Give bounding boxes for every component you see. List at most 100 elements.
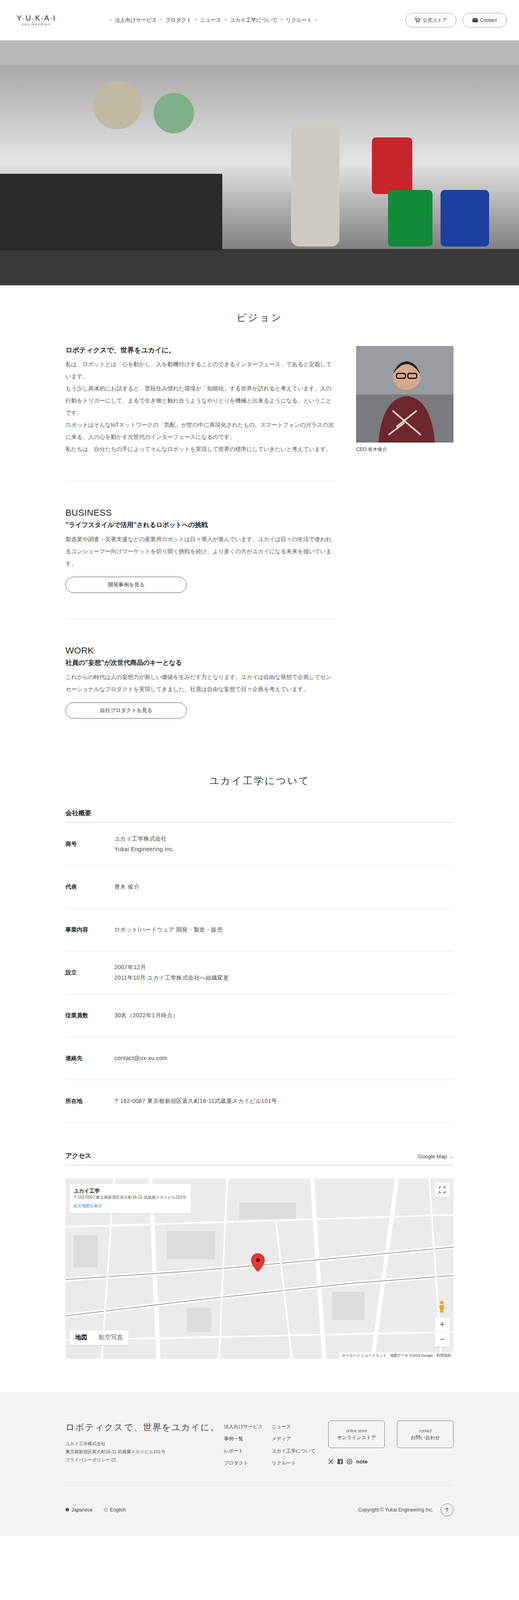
language-label: English [109,1506,126,1514]
text: 東京都新宿区富久町16-11 武蔵屋スカイビル101号 [65,1447,224,1456]
footer-button-top: online store [346,1428,368,1435]
row-label: 連絡先 [65,1054,115,1063]
zoom-in-button[interactable]: + [434,1317,450,1333]
footer-link[interactable]: ニュース [271,1420,329,1433]
pegman-icon [438,1300,446,1313]
language-option[interactable]: Japanese [65,1506,93,1514]
row-label: 事業内容 [65,925,115,935]
row-line: 30名（2022年1月時点） [114,1010,179,1021]
company-row: 代表青木 俊介 [65,865,454,909]
row-value: 2007年12月2011年10月 ユカイ工学株式会社へ組織変更 [114,962,229,984]
vision-heading: ロボティクスで、世界をユカイに。 [65,345,337,356]
row-line: 2011年10月 ユカイ工学株式会社へ組織変更 [114,972,229,984]
text: 〒162-0067 東京都新宿区富久町16-11 武蔵屋スカイビル101号 [73,1194,187,1201]
row-label: 代表 [65,882,115,892]
row-line: ユカイ工学株式会社 [114,833,175,844]
external-link-icon [111,1457,116,1463]
language-label: Japanese [71,1506,93,1514]
row-label: 従業員数 [65,1011,115,1020]
row-line: contact@ux-xu.com [114,1052,168,1064]
mail-icon [472,18,478,23]
footer-button[interactable]: online storeオンラインストア [328,1420,385,1449]
row-value: ユカイ工学株式会社Yukai Engineering Inc. [114,833,175,855]
nav-item[interactable]: ユカイ工学について [229,16,278,25]
nav-item[interactable]: ニュース [200,16,222,25]
footer-button[interactable]: contactお問い合わせ [396,1420,454,1449]
section-label: WORK [65,645,337,657]
privacy-link[interactable]: プライバシーポリシー [65,1455,224,1465]
vision-paragraph: 私たちは、自分たちの手によってそんなロボットを実現して世界の標準にしていきたいと… [65,443,337,456]
nav-item[interactable]: リクルート [285,16,313,25]
footer-tagline: ロボティクスで、世界をユカイに。 [65,1420,224,1435]
row-line: ロボット/ハードウェア 開発・製造・販売 [114,924,223,935]
row-value: contact@ux-xu.com [114,1052,168,1064]
facebook-icon[interactable] [337,1459,343,1465]
store-button[interactable]: 公式ストア [405,12,457,28]
footer-button-bottom: オンラインストア [337,1434,376,1441]
company-row: 従業員数30名（2022年1月時点） [65,994,454,1038]
nav-separator: • [160,17,162,24]
copyright: Copyright © Yukai Engineering Inc. [358,1506,434,1514]
vision-paragraph: もう少し具体的にお話すると、普段住み慣れた環境が「知能化」する世界が訪れると考え… [65,382,337,419]
footer-button-top: contact [418,1428,432,1435]
google-map-link[interactable]: Google Map → [418,1152,454,1161]
contact-button[interactable]: Contact [462,12,507,28]
text: プライバシーポリシー [65,1455,110,1465]
footer-link-column: 法人向けサービス事例一覧レポートプロダクト [223,1420,272,1470]
footer-link[interactable]: メディア [271,1432,329,1446]
row-label: 設立 [65,968,115,977]
company-row: 所在地〒162-0067 東京都新宿区富久町16-11武蔵屋スカイビル101号 [65,1080,454,1123]
company-row: 設立2007年12月2011年10月 ユカイ工学株式会社へ組織変更 [65,951,454,995]
nav-item[interactable]: プロダクト [165,16,192,25]
row-line: 〒162-0067 東京都新宿区富久町16-11武蔵屋スカイビル101号 [114,1095,277,1107]
nav-item[interactable]: 法人向けサービス [114,16,157,25]
map-type-control: 地図航空写真 [69,1330,129,1346]
footer-link[interactable]: 法人向けサービス [223,1420,272,1433]
map-type-button[interactable]: 航空写真 [92,1330,129,1346]
vision-paragraph: 私は、ロボットとは「心を動かし、人を動機付けすることのできるインターフェース」で… [65,358,337,383]
map-type-button[interactable]: 地図 [69,1330,93,1346]
row-line: 青木 俊介 [114,881,140,893]
text: 公式ストア [422,16,448,24]
section-button[interactable]: 自社プロダクトを見る [65,702,187,719]
language-dot [65,1508,70,1512]
footer-button-bottom: お問い合わせ [410,1434,440,1441]
row-label: 商号 [65,839,115,849]
fullscreen-button[interactable] [434,1182,450,1198]
x-icon[interactable] [328,1459,334,1465]
access-title: アクセス [65,1151,92,1161]
zoom-out-button[interactable]: − [434,1332,450,1347]
section-text: これからの時代は人の妄想力が新しい価値を生みだす力となります。ユカイは自由な発想… [65,670,337,696]
section-heading: 社員の”妄想”が次世代商品のキーとなる [65,658,337,668]
map-info-card: ユカイ工学 〒162-0067 東京都新宿区富久町16-11 武蔵屋スカイビル1… [69,1183,191,1214]
text: Contact [480,16,497,24]
nav-separator: • [195,17,197,24]
site-header: Y·U·K·A·I ENGINEERING •法人向けサービス•プロダクト•ニュ… [0,0,519,41]
section-heading: ”ライフスタイルで活用”されるロボットへの挑戦 [65,520,337,530]
map-attribution: キーボード ショートカット 地図データ ©2023 Google 利用規約 [339,1352,454,1359]
about-title: ユカイ工学について [65,718,454,789]
logo[interactable]: Y·U·K·A·I ENGINEERING [12,14,61,26]
section-button[interactable]: 開発事例を見る [65,576,187,593]
footer-link[interactable]: 事例一覧 [223,1432,272,1446]
text: ENGINEERING [21,23,51,26]
fullscreen-icon [438,1186,446,1194]
language-option[interactable]: English [103,1506,126,1514]
footer-link[interactable]: プロダクト [223,1457,272,1470]
note-link[interactable]: note [356,1457,368,1467]
language-switch: Japanese English [65,1506,126,1514]
enlarge-map-link[interactable]: 拡大地図を表示 [73,1203,102,1209]
hero-image [0,40,519,286]
cart-icon [414,17,421,23]
map[interactable]: ユカイ工学 〒162-0067 東京都新宿区富久町16-11 武蔵屋スカイビル1… [65,1178,454,1359]
arrow-up-icon [445,1507,450,1513]
pegman[interactable] [436,1299,448,1314]
vision-paragraph: ロボットはそんなIoTネットワークの「気配」が世の中に具現化されたもの。スマート… [65,418,337,444]
row-value: 青木 俊介 [114,881,140,893]
overview-title: 会社概要 [65,808,454,823]
back-to-top-button[interactable] [440,1503,454,1517]
footer-link[interactable]: レポート [223,1445,272,1458]
instagram-icon[interactable] [346,1459,353,1465]
footer-link[interactable]: リクルート [271,1457,329,1470]
footer-link[interactable]: ユカイ工学について [271,1445,329,1458]
